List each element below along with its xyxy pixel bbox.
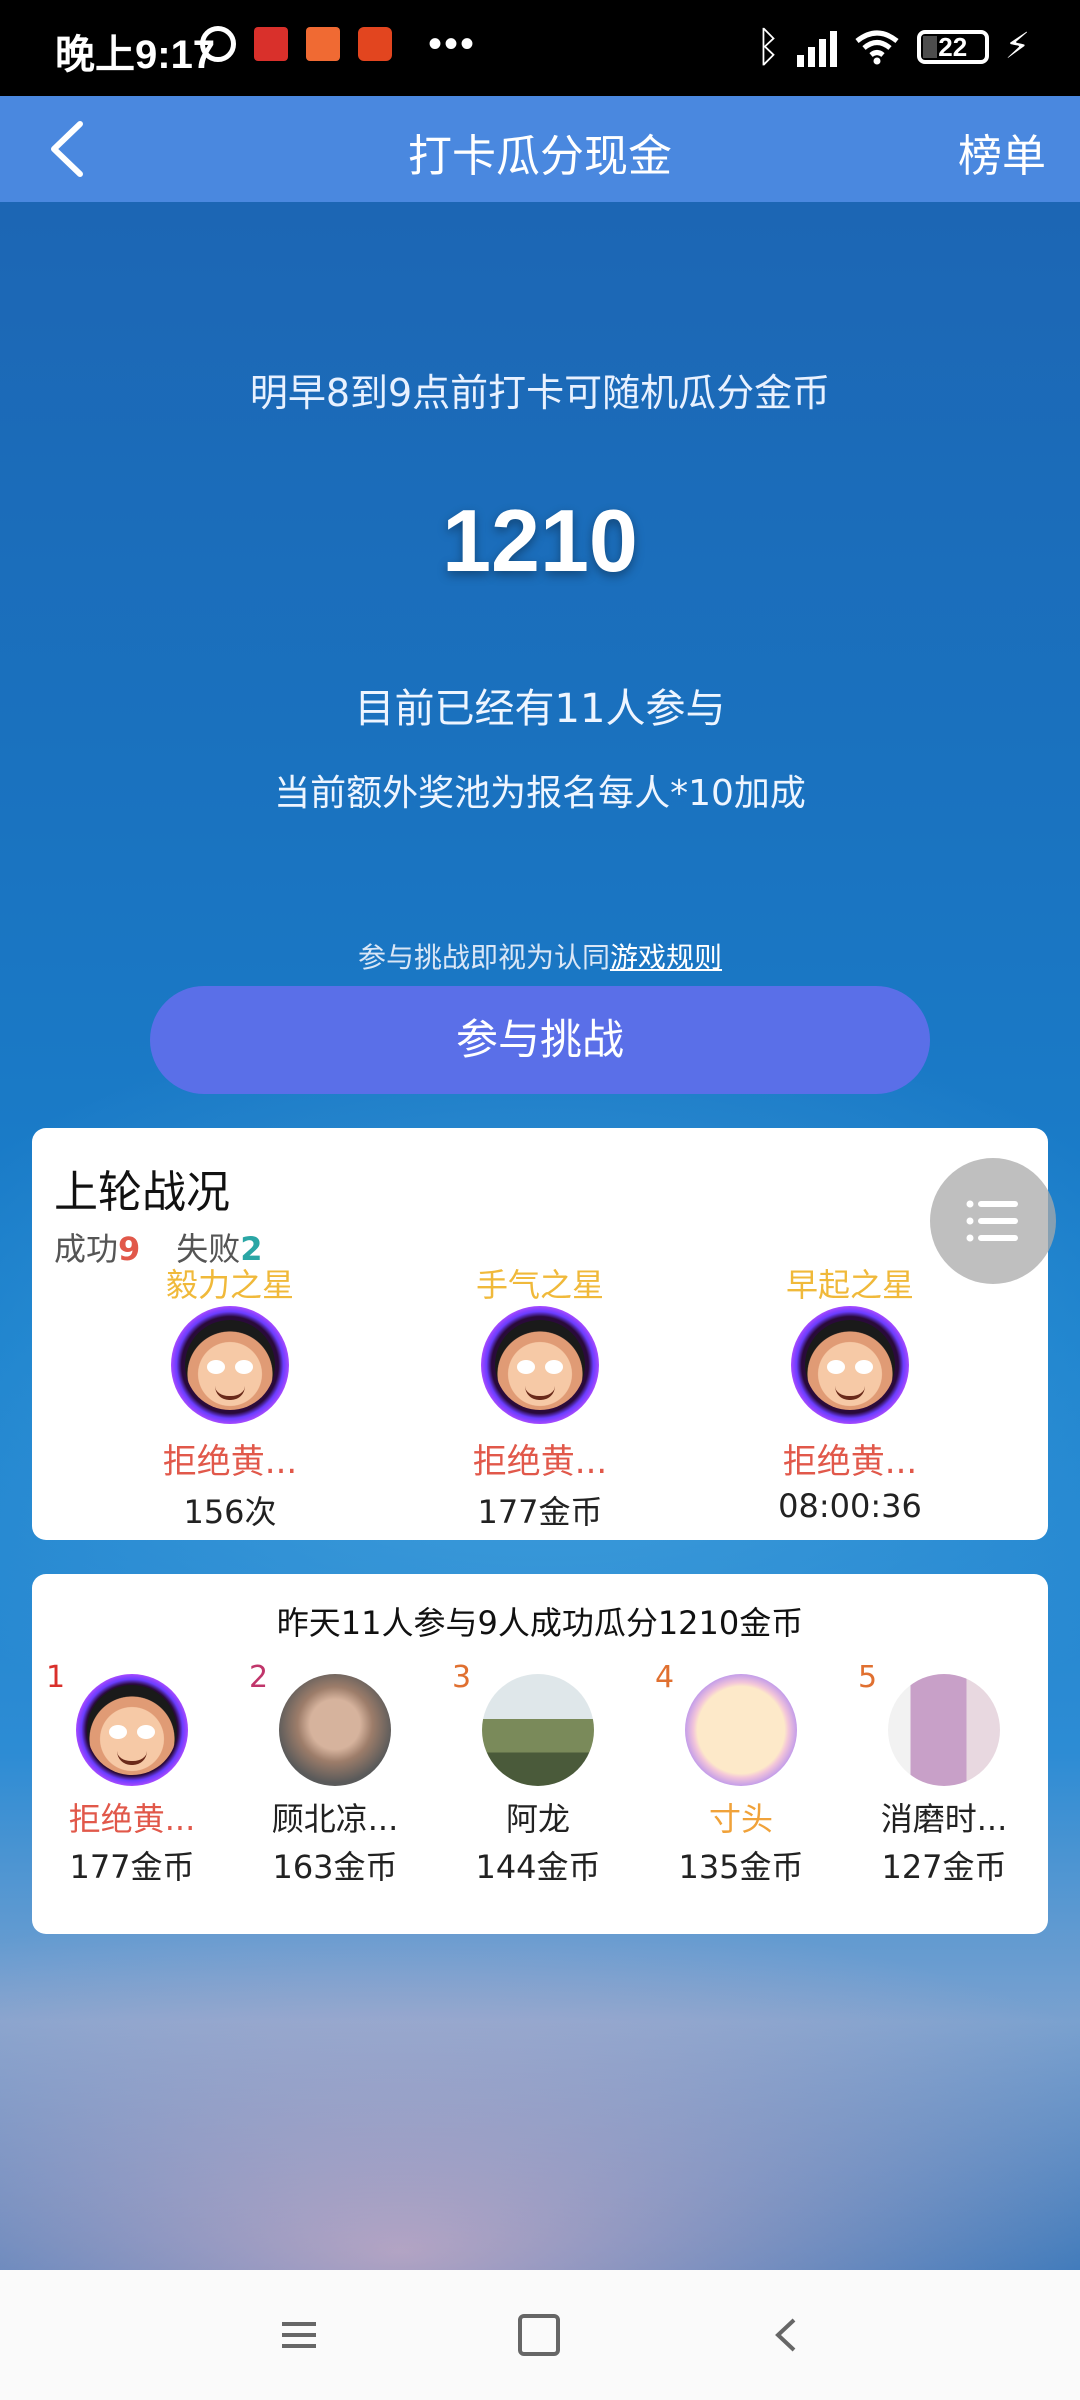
avatar bbox=[481, 1306, 599, 1424]
yesterday-ranking-card: 昨天11人参与9人成功瓜分1210金币 1 拒绝黄... 177金币 2 顾北凉… bbox=[32, 1574, 1048, 1934]
rank-name: 消磨时... bbox=[880, 1800, 1008, 1838]
winner-name: 拒绝黄... bbox=[782, 1442, 918, 1482]
avatar bbox=[76, 1674, 188, 1786]
rank-number: 5 bbox=[858, 1660, 878, 1695]
avatar bbox=[888, 1674, 1000, 1786]
app-header: 打卡瓜分现金 榜单 bbox=[0, 96, 1080, 202]
bluetooth-icon: ᛒ bbox=[755, 22, 781, 71]
recent-apps-icon[interactable] bbox=[278, 2314, 320, 2356]
signal-icon bbox=[796, 27, 837, 67]
last-round-card: 上轮战况 成功9 失败2 毅力之星 拒绝黄... 156次 手气之星 拒绝黄..… bbox=[32, 1128, 1048, 1540]
floating-menu-button[interactable] bbox=[930, 1158, 1056, 1284]
star-label: 毅力之星 bbox=[165, 1266, 294, 1304]
avatar bbox=[171, 1306, 289, 1424]
avatar bbox=[791, 1306, 909, 1424]
rank-name: 阿龙 bbox=[505, 1800, 570, 1838]
app-notification-icon bbox=[306, 27, 340, 61]
rank-value: 163金币 bbox=[272, 1848, 398, 1886]
rank-number: 4 bbox=[655, 1660, 675, 1695]
avatar bbox=[279, 1674, 391, 1786]
status-bar: 晚上9:17 ••• ᛒ 22 ⚡ bbox=[0, 0, 1080, 96]
pool-amount: 1210 bbox=[442, 491, 638, 590]
home-icon[interactable] bbox=[518, 2314, 560, 2356]
rank-name: 拒绝黄... bbox=[68, 1800, 196, 1838]
participants-count: 目前已经有11人参与 bbox=[354, 686, 726, 732]
rank-value: 144金币 bbox=[475, 1848, 601, 1886]
wifi-icon bbox=[855, 30, 899, 64]
battery-level: 22 bbox=[938, 31, 968, 62]
charging-icon: ⚡ bbox=[1004, 26, 1030, 67]
yesterday-summary: 昨天11人参与9人成功瓜分1210金币 bbox=[276, 1604, 804, 1642]
winner-name: 拒绝黄... bbox=[472, 1442, 608, 1482]
star-perseverance[interactable]: 毅力之星 拒绝黄... 156次 bbox=[80, 1260, 380, 1533]
avatar bbox=[685, 1674, 797, 1786]
rules-notice: 参与挑战即视为认同游戏规则 bbox=[0, 936, 1080, 976]
more-notifications-icon: ••• bbox=[428, 22, 477, 66]
winner-value: 156次 bbox=[183, 1493, 277, 1531]
rank-name: 顾北凉... bbox=[271, 1800, 399, 1838]
rules-prefix: 参与挑战即视为认同 bbox=[357, 941, 610, 974]
status-notification-icons: ••• bbox=[200, 22, 477, 66]
rank-item-3[interactable]: 3 阿龙 144金币 bbox=[438, 1654, 638, 1888]
rank-value: 135金币 bbox=[678, 1848, 804, 1886]
rank-item-5[interactable]: 5 消磨时... 127金币 bbox=[844, 1654, 1044, 1888]
status-time: 晚上9:17 bbox=[55, 33, 216, 77]
rank-number: 1 bbox=[46, 1660, 66, 1695]
join-challenge-button[interactable]: 参与挑战 bbox=[150, 986, 930, 1094]
star-luck[interactable]: 手气之星 拒绝黄... 177金币 bbox=[390, 1260, 690, 1533]
star-early-bird[interactable]: 早起之星 拒绝黄... 08:00:36 bbox=[700, 1260, 1000, 1525]
extra-pool-text: 当前额外奖池为报名每人*10加成 bbox=[274, 773, 806, 814]
rank-number: 2 bbox=[249, 1660, 269, 1695]
rank-value: 177金币 bbox=[69, 1848, 195, 1886]
system-navigation-bar bbox=[0, 2270, 1080, 2400]
ranking-link[interactable]: 榜单 bbox=[958, 120, 1046, 184]
winner-value: 08:00:36 bbox=[778, 1487, 922, 1525]
page-title: 打卡瓜分现金 bbox=[408, 131, 672, 182]
rank-item-1[interactable]: 1 拒绝黄... 177金币 bbox=[32, 1654, 232, 1888]
rank-number: 3 bbox=[452, 1660, 472, 1695]
last-round-title: 上轮战况 bbox=[54, 1167, 230, 1218]
status-system-icons: ᛒ 22 ⚡ bbox=[756, 22, 1030, 71]
star-label: 手气之星 bbox=[475, 1266, 604, 1304]
rank-item-2[interactable]: 2 顾北凉... 163金币 bbox=[235, 1654, 435, 1888]
avatar bbox=[482, 1674, 594, 1786]
alarm-icon bbox=[200, 26, 236, 62]
rank-name: 寸头 bbox=[708, 1800, 773, 1838]
winner-name: 拒绝黄... bbox=[162, 1442, 298, 1482]
rank-item-4[interactable]: 4 寸头 135金币 bbox=[641, 1654, 841, 1888]
list-icon bbox=[966, 1200, 1018, 1242]
game-rules-link[interactable]: 游戏规则 bbox=[610, 941, 722, 974]
winner-value: 177金币 bbox=[477, 1493, 603, 1531]
rank-value: 127金币 bbox=[881, 1848, 1007, 1886]
app-notification-icon bbox=[254, 27, 288, 61]
back-icon[interactable] bbox=[766, 2314, 808, 2356]
battery-icon: 22 bbox=[916, 29, 989, 64]
promo-text: 明早8到9点前打卡可随机瓜分金币 bbox=[249, 371, 831, 415]
app-notification-icon bbox=[358, 27, 392, 61]
